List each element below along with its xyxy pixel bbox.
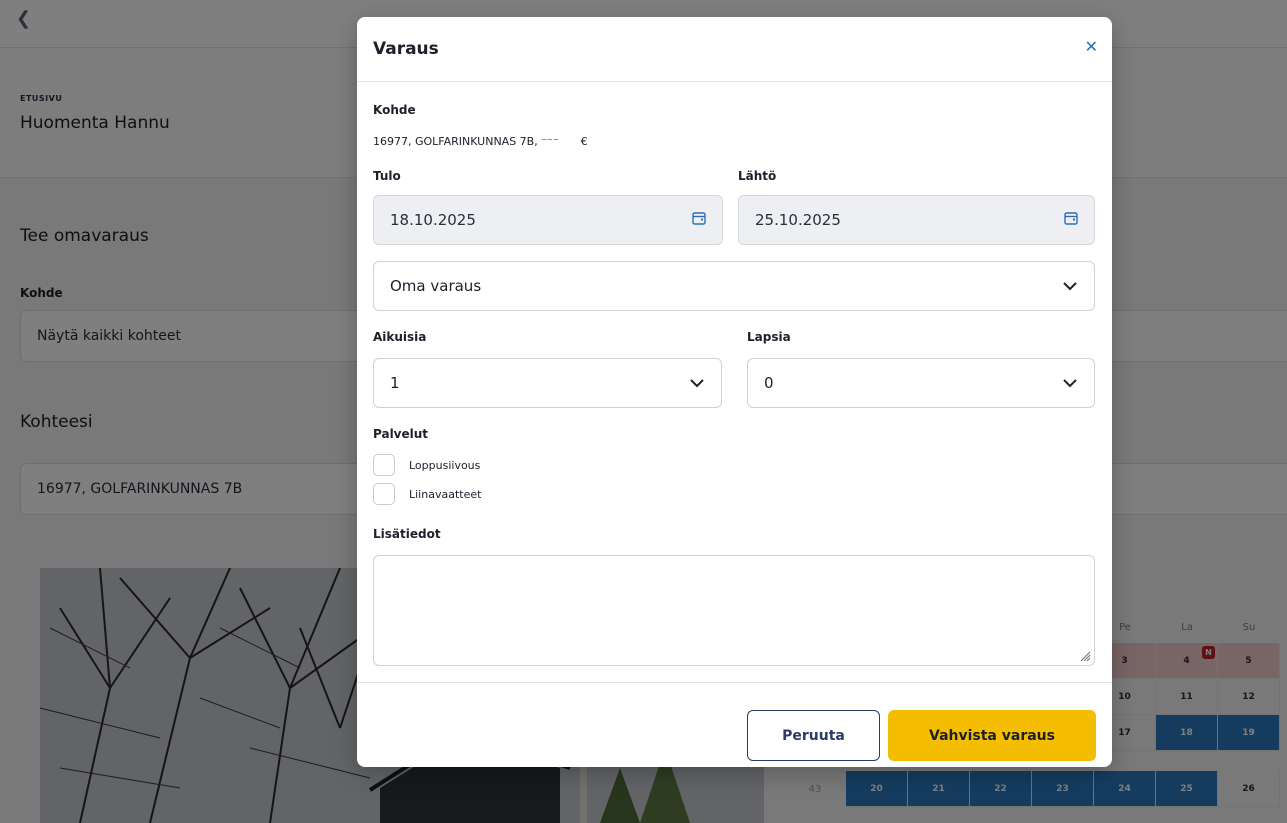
modal-header: Varaus ✕ xyxy=(357,17,1112,82)
booking-type-select[interactable]: Oma varaus xyxy=(373,261,1095,311)
chevron-down-icon xyxy=(689,374,705,392)
calendar-icon[interactable] xyxy=(692,211,706,229)
tulo-label: Tulo xyxy=(373,169,401,183)
close-icon[interactable]: ✕ xyxy=(1085,39,1098,55)
service-option[interactable]: Loppusiivous xyxy=(373,454,480,476)
adults-value: 1 xyxy=(390,374,400,392)
resize-grip-icon[interactable] xyxy=(1079,650,1091,662)
cancel-button[interactable]: Peruuta xyxy=(747,710,880,761)
additional-info-label: Lisätiedot xyxy=(373,527,441,541)
price-symbol: € xyxy=(580,135,588,148)
confirm-booking-button[interactable]: Vahvista varaus xyxy=(888,710,1096,761)
adults-label: Aikuisia xyxy=(373,330,427,344)
chevron-down-icon xyxy=(1062,374,1078,392)
checkbox[interactable] xyxy=(373,454,395,476)
additional-info-textarea[interactable] xyxy=(373,555,1095,666)
modal-footer-divider xyxy=(357,682,1112,683)
arrival-date-field[interactable]: 18.10.2025 xyxy=(373,195,723,245)
children-select[interactable]: 0 xyxy=(747,358,1095,408)
chevron-down-icon xyxy=(1062,277,1078,295)
modal-title: Varaus xyxy=(373,39,439,59)
property-address-text: 16977, GOLFARINKUNNAS 7B, ⁻⁻⁻ xyxy=(373,135,559,148)
service-label: Liinavaatteet xyxy=(409,487,482,501)
calendar-icon[interactable] xyxy=(1064,211,1078,229)
service-label: Loppusiivous xyxy=(409,458,481,472)
arrival-date-value: 18.10.2025 xyxy=(390,211,476,229)
property-address: 16977, GOLFARINKUNNAS 7B, ⁻⁻⁻ € xyxy=(373,135,588,148)
adults-select[interactable]: 1 xyxy=(373,358,722,408)
departure-date-value: 25.10.2025 xyxy=(755,211,841,229)
departure-date-field[interactable]: 25.10.2025 xyxy=(738,195,1095,245)
lahto-label: Lähtö xyxy=(738,169,777,183)
booking-type-value: Oma varaus xyxy=(390,277,482,295)
booking-modal: Varaus ✕ Kohde 16977, GOLFARINKUNNAS 7B,… xyxy=(357,17,1112,767)
kohde-label: Kohde xyxy=(373,103,416,117)
service-option[interactable]: Liinavaatteet xyxy=(373,483,481,505)
checkbox[interactable] xyxy=(373,483,395,505)
services-label: Palvelut xyxy=(373,427,429,441)
children-label: Lapsia xyxy=(747,330,791,344)
children-value: 0 xyxy=(764,374,774,392)
